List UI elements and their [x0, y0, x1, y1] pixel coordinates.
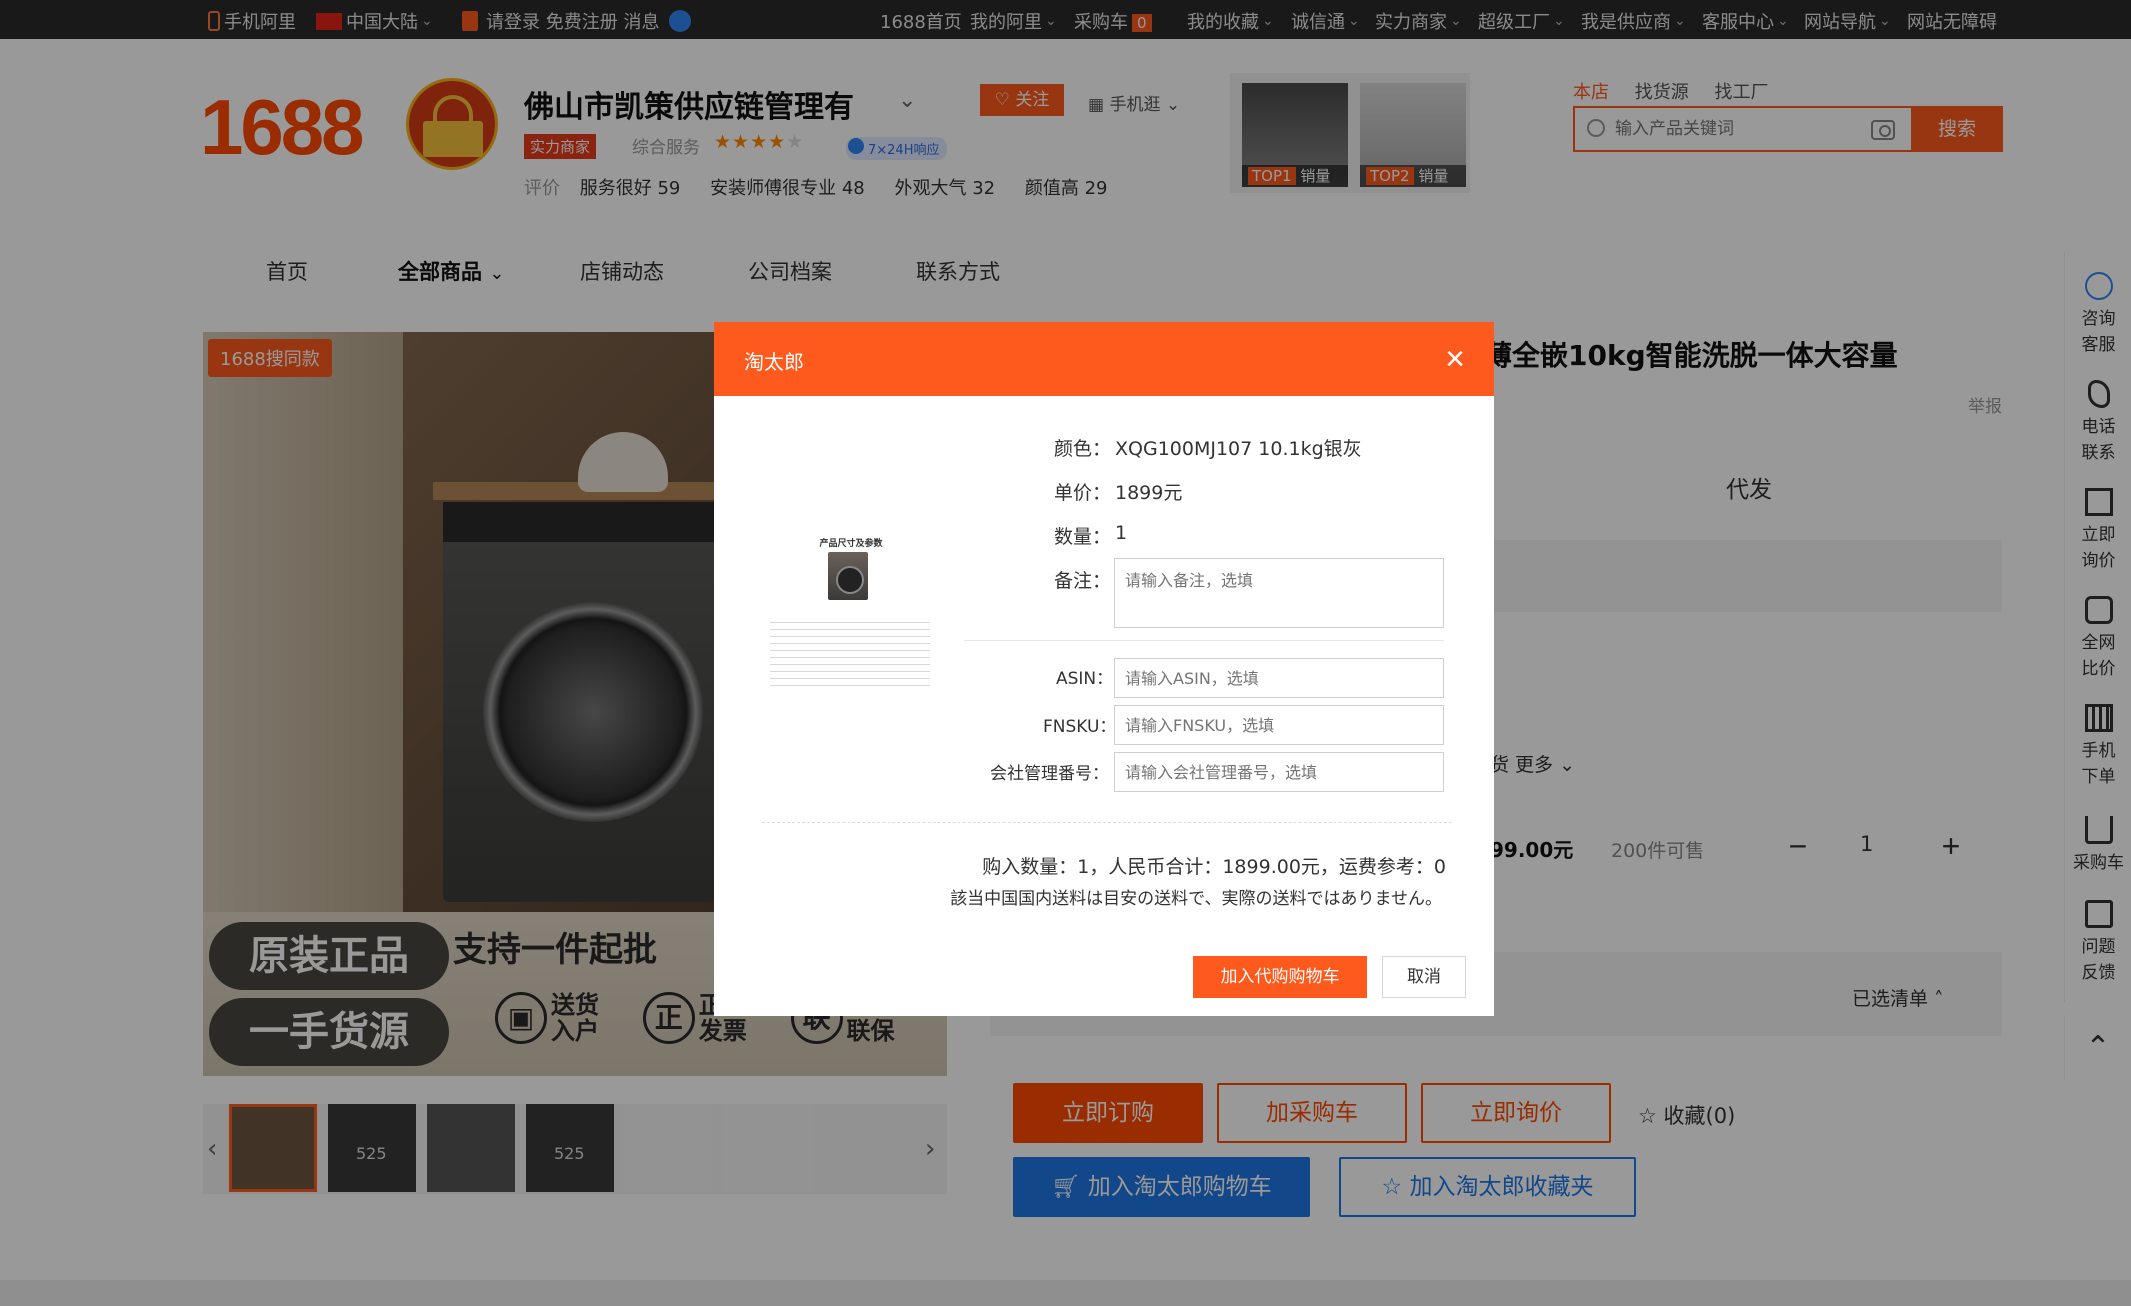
close-icon[interactable]: × [1436, 340, 1474, 378]
quantity-value: 1 [1115, 522, 1128, 544]
company-number-label: 会社管理番号： [990, 764, 1109, 784]
shipping-note: 該当中国国内送料は目安の送料で、実際の送料ではありません。 [950, 889, 1442, 909]
remark-label: 备注： [1054, 570, 1112, 592]
quantity-label: 数量： [1054, 526, 1112, 548]
cancel-button[interactable]: 取消 [1382, 956, 1466, 998]
add-proxy-cart-button[interactable]: 加入代购购物车 [1193, 956, 1367, 998]
company-number-field[interactable] [1114, 752, 1444, 792]
fnsku-field[interactable] [1114, 705, 1444, 745]
taotailang-dialog: 淘太郎 × 产品尺寸及参数 颜色： XQG100MJ107 10.1kg银灰 单… [714, 322, 1494, 1016]
price-label: 单价： [1054, 482, 1112, 504]
dialog-header: 淘太郎 × [714, 322, 1494, 396]
washing-machine-image [828, 552, 868, 600]
asin-label: ASIN： [1056, 669, 1114, 689]
color-value: XQG100MJ107 10.1kg银灰 [1115, 438, 1362, 460]
order-summary: 购入数量：1，人民币合计：1899.00元，运费参考：0 [982, 856, 1446, 878]
color-label: 颜色： [1054, 438, 1112, 460]
remark-field[interactable] [1114, 558, 1444, 628]
fnsku-label: FNSKU： [1043, 717, 1117, 737]
asin-field[interactable] [1114, 658, 1444, 698]
product-spec-image: 产品尺寸及参数 [766, 532, 936, 702]
spec-table-image [770, 616, 930, 690]
price-value: 1899元 [1115, 482, 1183, 504]
dialog-title: 淘太郎 [744, 350, 804, 374]
